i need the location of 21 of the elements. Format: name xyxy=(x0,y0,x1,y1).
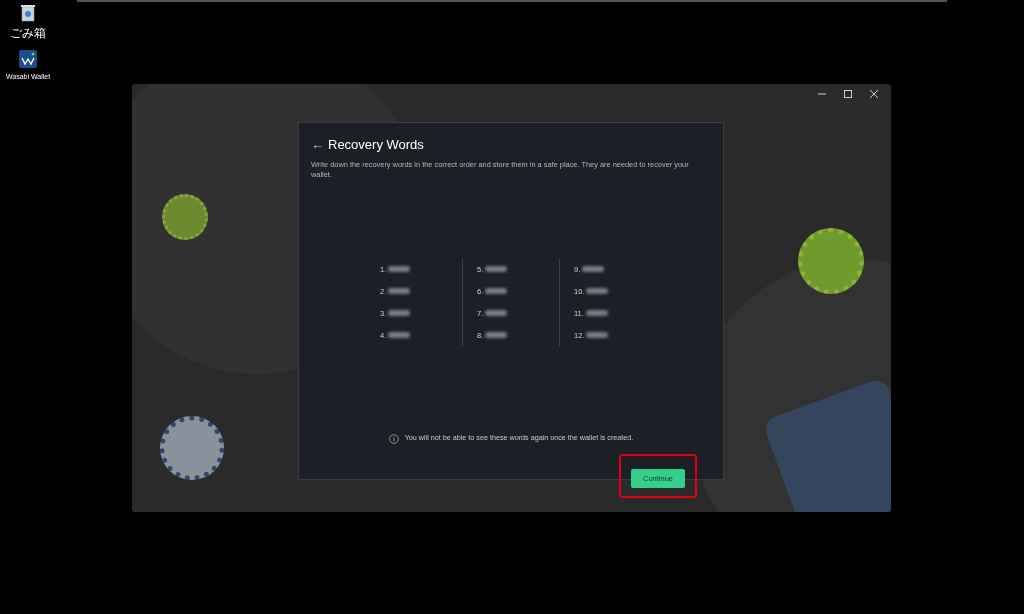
maximize-icon[interactable] xyxy=(844,90,852,98)
blurred-word xyxy=(388,310,411,317)
blurred-word xyxy=(485,332,508,339)
blurred-word xyxy=(582,266,605,273)
info-icon xyxy=(388,433,399,444)
minimize-icon[interactable] xyxy=(818,90,826,98)
blurred-word xyxy=(585,310,608,317)
desktop-icon-label: ごみ箱 xyxy=(10,26,46,41)
blurred-word xyxy=(586,332,609,339)
dialog-title: Recovery Words xyxy=(328,136,424,154)
blurred-word xyxy=(388,332,411,339)
wallet-app-icon[interactable] xyxy=(19,50,37,69)
close-icon[interactable] xyxy=(870,90,878,98)
blurred-word xyxy=(388,288,411,295)
blurred-word xyxy=(485,266,508,273)
back-button[interactable]: ← xyxy=(311,135,324,155)
blurred-word xyxy=(586,288,609,295)
blurred-word xyxy=(388,266,411,273)
blurred-word xyxy=(485,288,508,295)
blurred-word xyxy=(485,310,508,317)
trash-icon[interactable] xyxy=(20,4,36,22)
